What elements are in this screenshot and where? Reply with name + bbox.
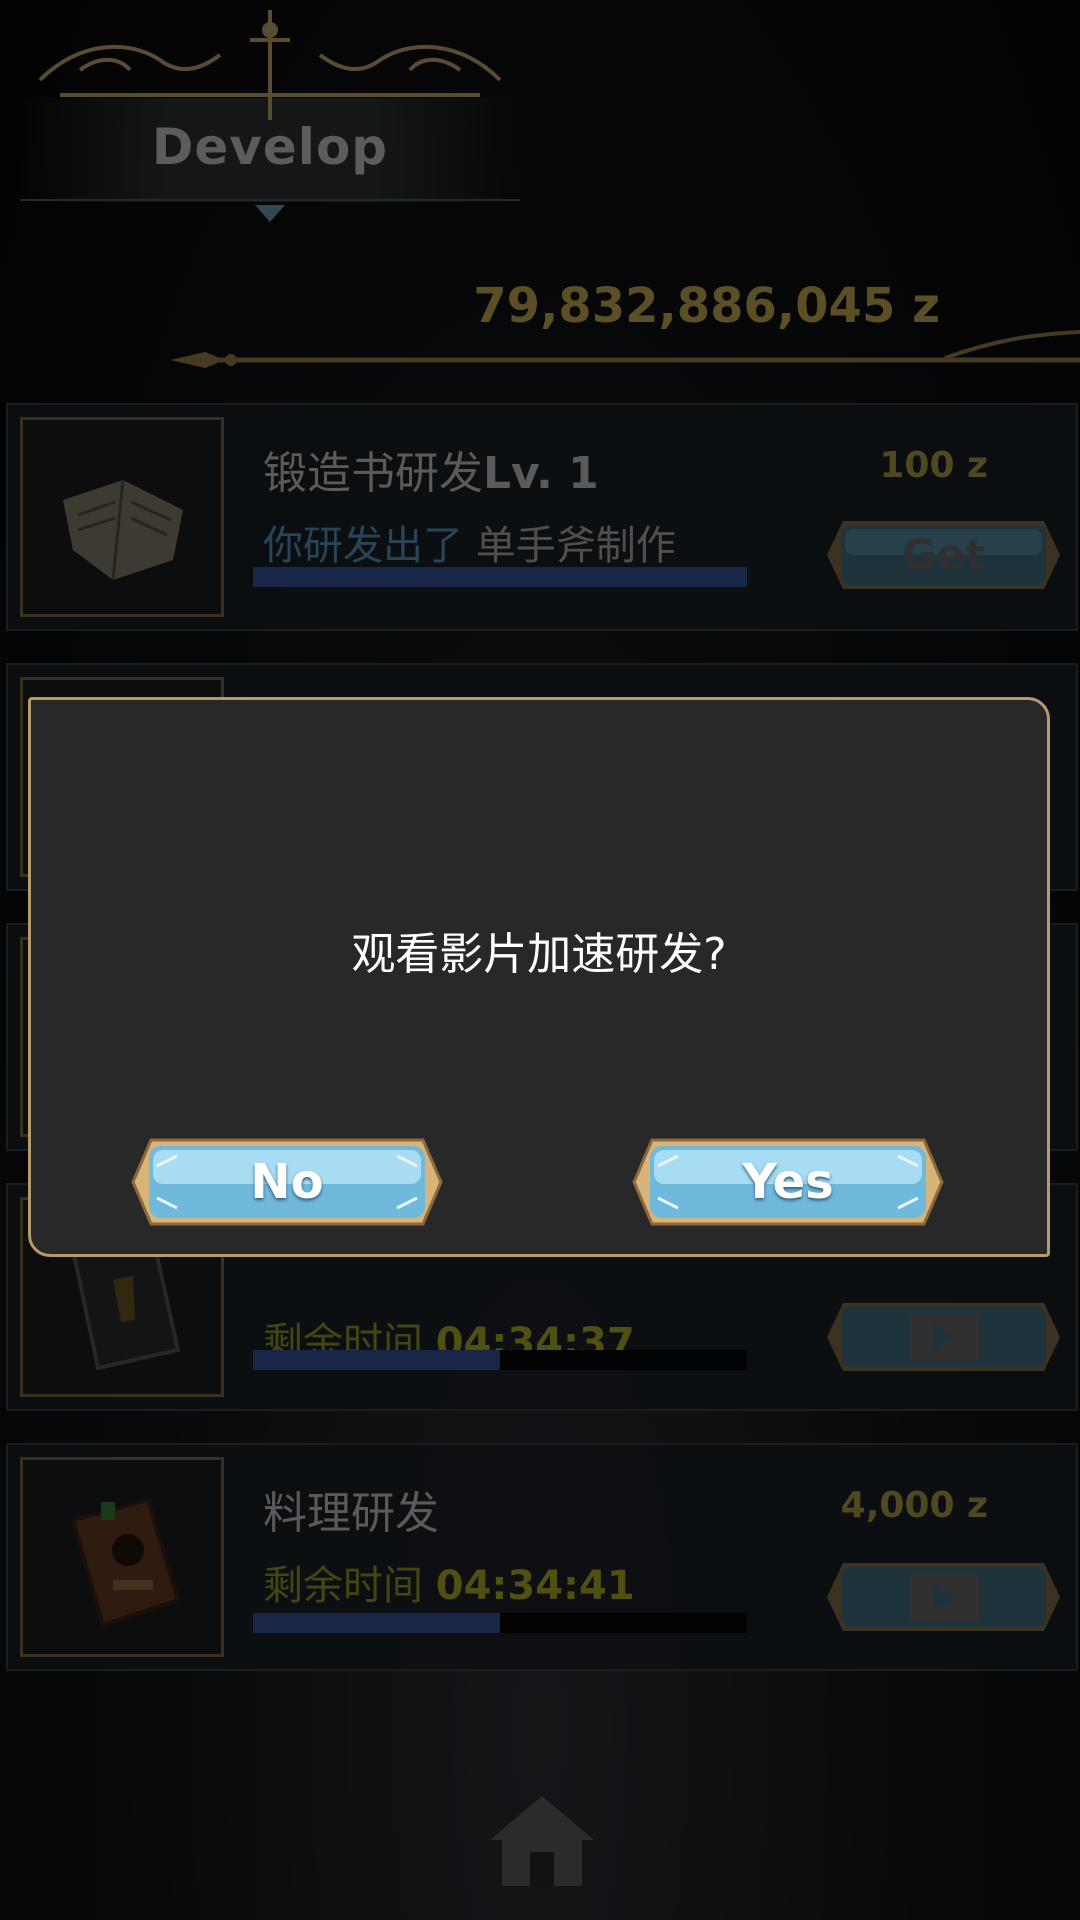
yes-button[interactable]: Yes [628, 1126, 948, 1238]
no-button-label: No [250, 1154, 324, 1210]
no-button[interactable]: No [127, 1126, 447, 1238]
dialog-message: 观看影片加速研发? [351, 929, 727, 980]
confirm-dialog: 观看影片加速研发? No Yes [28, 697, 1050, 1257]
yes-button-label: Yes [742, 1154, 834, 1210]
